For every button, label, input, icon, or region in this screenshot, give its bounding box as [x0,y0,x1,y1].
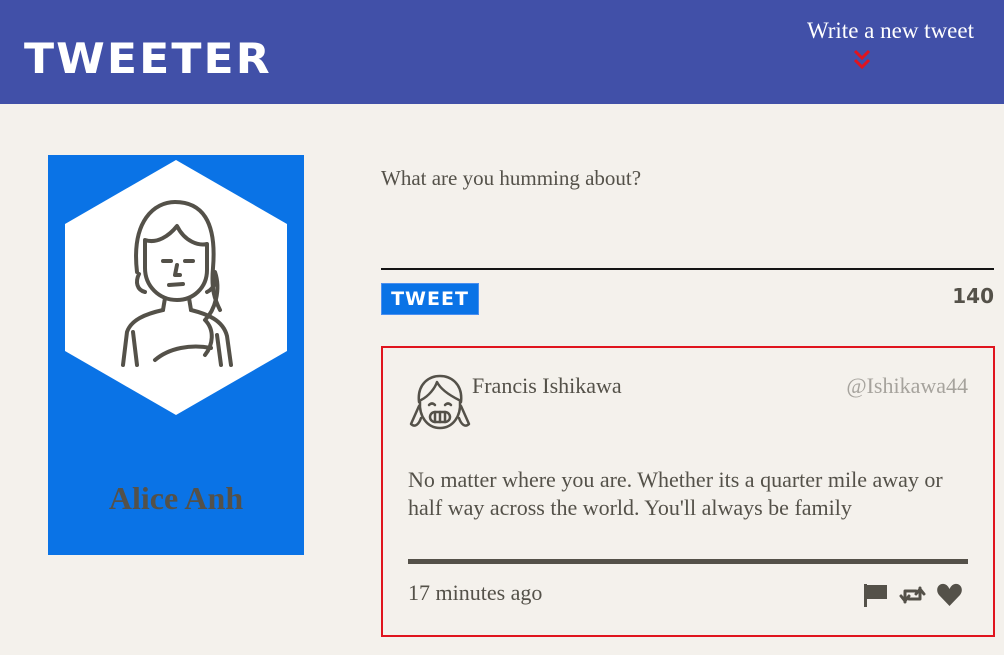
tweet-text-input[interactable] [381,160,994,270]
brand-logo[interactable]: TWEETER [24,34,272,84]
new-tweet-composer: TWEET 140 [381,160,994,315]
profile-avatar [65,160,287,415]
profile-name: Alice Anh [108,480,244,516]
tweet-submit-button[interactable]: TWEET [381,283,479,315]
double-chevron-down-icon[interactable] [852,48,872,70]
write-new-tweet-label[interactable]: Write a new tweet [774,16,974,46]
tweet-actions [862,582,963,608]
character-counter: 140 [952,284,994,308]
heart-icon[interactable] [936,582,963,608]
tweet-divider [408,559,968,564]
tweet-card: Francis Ishikawa @Ishikawa44 No matter w… [381,346,995,637]
top-nav-bar: TWEETER Write a new tweet [0,0,1004,104]
tweet-timestamp: 17 minutes ago [408,580,543,605]
tweet-body: No matter where you are. Whether its a q… [408,467,943,520]
write-new-tweet-toggle[interactable]: Write a new tweet [774,16,974,70]
tweet-author-handle[interactable]: @Ishikawa44 [846,373,968,399]
tweet-author-name[interactable]: Francis Ishikawa [472,373,622,399]
retweet-icon[interactable] [899,582,926,608]
flag-icon[interactable] [862,582,889,608]
smiling-girl-avatar-icon [409,374,471,430]
profile-card: Alice Anh [48,155,304,555]
